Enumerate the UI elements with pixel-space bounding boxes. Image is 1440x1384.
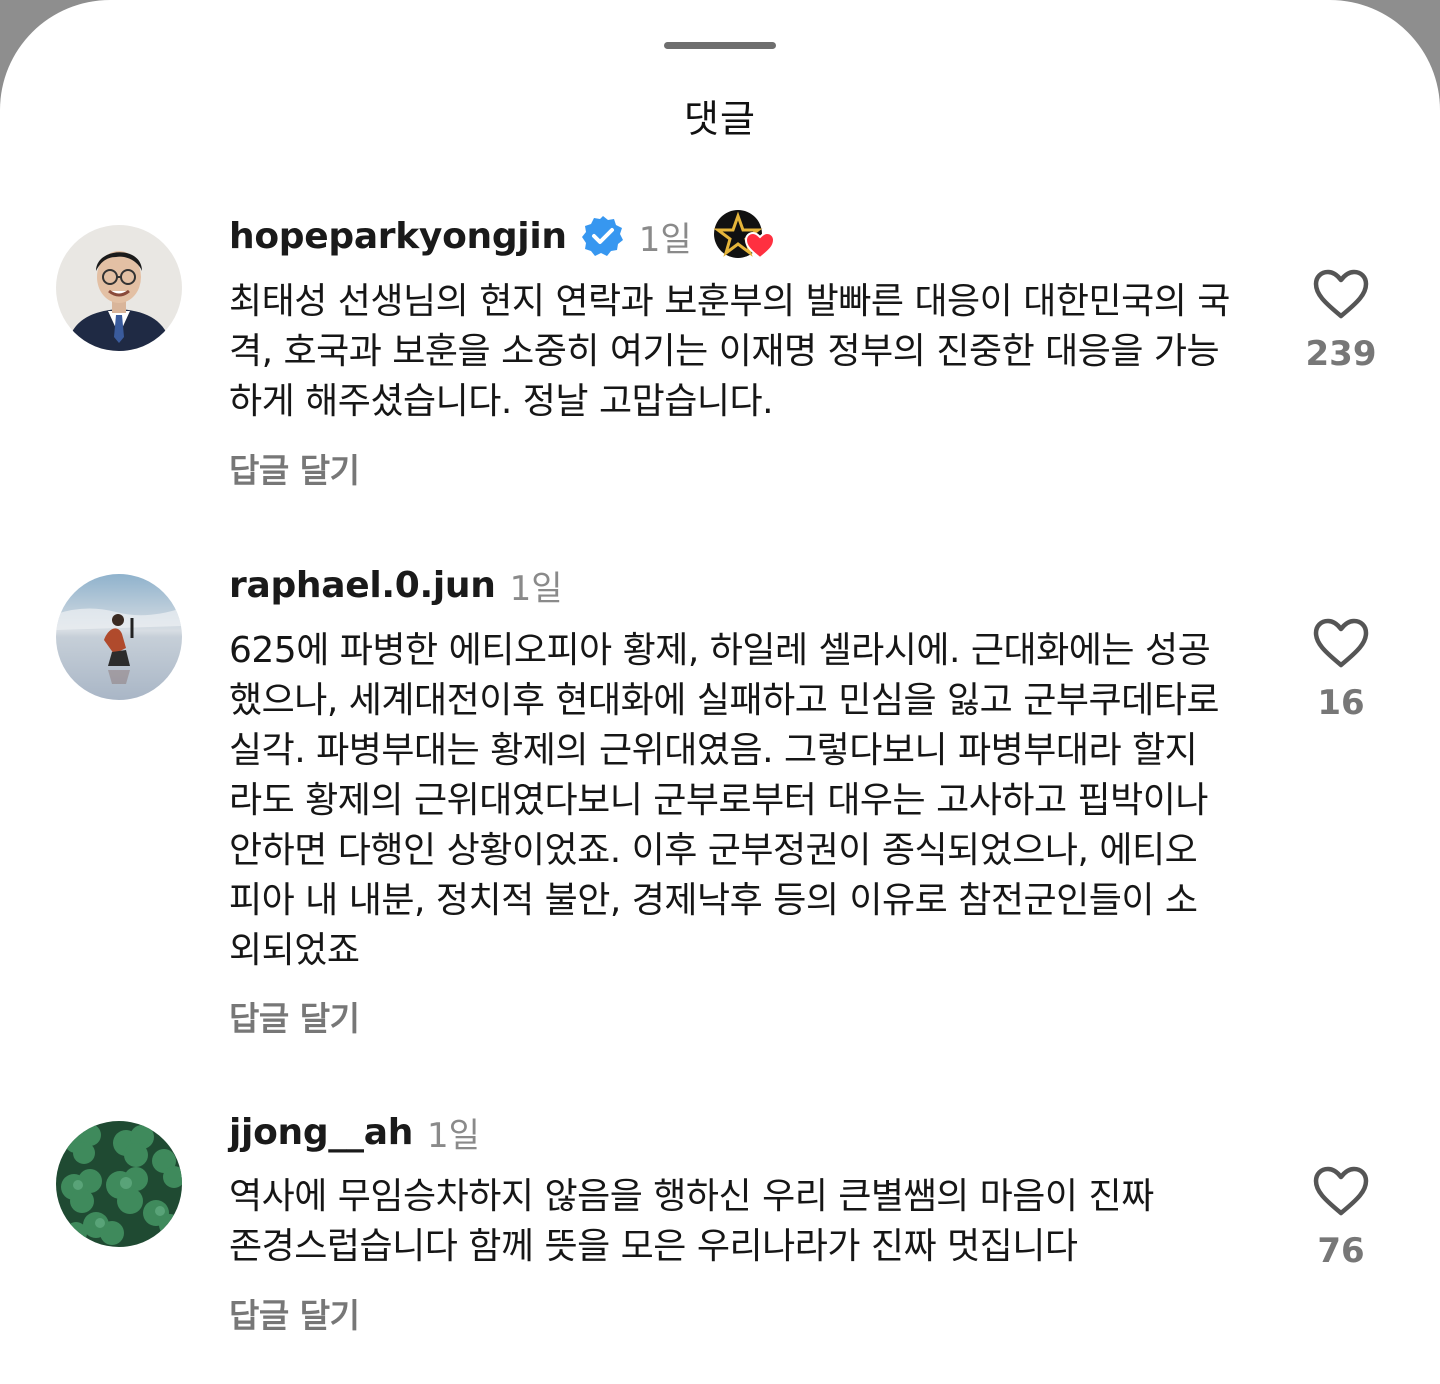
comment-header: hopeparkyongjin 1일 [229,208,776,264]
sheet-title: 댓글 [684,97,756,141]
heart-outline-icon[interactable] [1312,617,1370,669]
comment-text: 최태성 선생님의 현지 연락과 보훈부의 발빠른 대응이 대한민국의 국격, 호… [229,281,1230,422]
reply-button[interactable]: 답글 달기 [229,1289,360,1337]
like-control: 16 [1290,617,1392,723]
comment-header: jjong__ah 1일 [229,1107,480,1157]
comment-time: 1일 [509,568,563,609]
username[interactable]: raphael.0.jun [229,565,496,606]
username[interactable]: jjong__ah [229,1112,413,1153]
avatar[interactable] [56,1121,182,1247]
username[interactable]: hopeparkyongjin [229,216,567,257]
comment-text: 625에 파병한 에티오피아 황제, 하일레 셀라시에. 근대화에는 성공했으나… [229,630,1219,971]
reply-button[interactable]: 답글 달기 [229,992,360,1040]
like-count: 239 [1305,334,1377,374]
like-count: 16 [1317,683,1365,723]
like-count: 76 [1317,1231,1365,1271]
comment-header: raphael.0.jun 1일 [229,560,563,610]
creator-liked-icon [712,208,776,264]
comment-time: 1일 [638,219,692,260]
heart-outline-icon[interactable] [1312,1165,1370,1217]
comment-text: 역사에 무임승차하지 않음을 행하신 우리 큰별쌤의 마음이 진짜 존경스럽습니… [229,1176,1154,1267]
reply-button[interactable]: 답글 달기 [229,444,360,492]
comments-sheet: 댓글 hopeparkyongjin 1일 최태성 선생님의 현지 연락과 보훈… [0,0,1440,1384]
heart-outline-icon[interactable] [1312,268,1370,320]
avatar[interactable] [56,225,182,351]
sheet-drag-handle[interactable] [664,42,776,49]
comment-time: 1일 [427,1115,480,1156]
avatar[interactable] [56,574,182,700]
like-control: 76 [1290,1165,1392,1271]
like-control: 239 [1290,268,1392,374]
verified-badge-icon [581,214,625,258]
